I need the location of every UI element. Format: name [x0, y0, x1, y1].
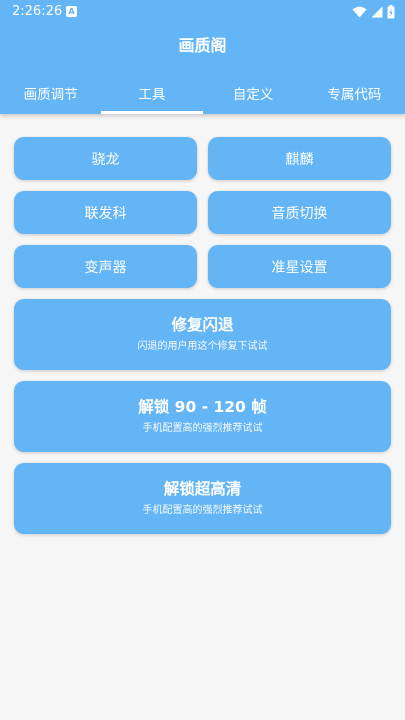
tab-exclusive-code[interactable]: 专属代码 [304, 72, 405, 114]
audio-quality-switch-button[interactable]: 音质切换 [208, 191, 391, 234]
tab-bar: 画质调节 工具 自定义 专属代码 [0, 72, 405, 114]
unlock-fps-button[interactable]: 解锁 90 - 120 帧 手机配置高的强烈推荐试试 [14, 381, 391, 452]
button-label: 骁龙 [91, 151, 120, 168]
button-label: 麒麟 [285, 151, 314, 168]
snapdragon-button[interactable]: 骁龙 [14, 137, 197, 180]
crosshair-settings-button[interactable]: 准星设置 [208, 245, 391, 288]
battery-icon [387, 5, 395, 19]
button-label: 变声器 [84, 259, 127, 276]
voice-changer-button[interactable]: 变声器 [14, 245, 197, 288]
button-title: 解锁超高清 [163, 480, 242, 498]
tab-label: 专属代码 [327, 87, 382, 103]
tab-picture-quality[interactable]: 画质调节 [0, 72, 101, 114]
tab-label: 画质调节 [23, 87, 78, 103]
tools-panel: 骁龙 麒麟 联发科 音质切换 变声器 准星设置 修复闪退 闪退的用户用这个修复下… [14, 137, 391, 534]
wifi-icon [352, 6, 367, 18]
status-icons [352, 4, 395, 20]
app-bar: 2:26:26 A 画质阁 画质调节 工具 自定义 专属代码 [0, 0, 405, 114]
button-subtitle: 手机配置高的强烈推荐试试 [142, 505, 263, 516]
fix-crash-button[interactable]: 修复闪退 闪退的用户用这个修复下试试 [14, 299, 391, 370]
tab-label: 自定义 [232, 87, 274, 103]
button-label: 音质切换 [271, 205, 328, 222]
notification-icon: A [66, 6, 77, 17]
button-subtitle: 手机配置高的强烈推荐试试 [142, 423, 263, 434]
kirin-button[interactable]: 麒麟 [208, 137, 391, 180]
status-time: 2:26:26 [12, 4, 63, 19]
button-title: 解锁 90 - 120 帧 [138, 398, 267, 416]
button-label: 联发科 [84, 205, 127, 222]
tab-tools[interactable]: 工具 [101, 72, 203, 114]
button-label: 准星设置 [271, 259, 328, 276]
unlock-ultra-hd-button[interactable]: 解锁超高清 手机配置高的强烈推荐试试 [14, 463, 391, 534]
mediatek-button[interactable]: 联发科 [14, 191, 197, 234]
tab-custom[interactable]: 自定义 [203, 72, 304, 114]
signal-icon [371, 6, 383, 18]
button-title: 修复闪退 [171, 316, 234, 334]
button-subtitle: 闪退的用户用这个修复下试试 [137, 341, 268, 352]
tool-button-grid: 骁龙 麒麟 联发科 音质切换 变声器 准星设置 [14, 137, 391, 288]
status-bar: 2:26:26 A [0, 0, 405, 24]
tab-label: 工具 [138, 87, 166, 103]
page-title: 画质阁 [178, 36, 227, 55]
